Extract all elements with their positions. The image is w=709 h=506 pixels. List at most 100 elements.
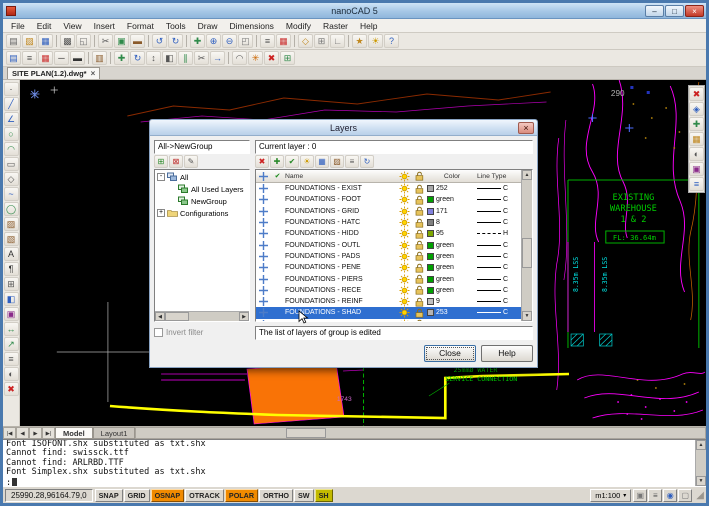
layer-name[interactable]: FOUNDATIONS - REINF [284, 298, 397, 305]
toggle-snap[interactable]: SNAP [95, 489, 123, 502]
layer-on-icon[interactable] [397, 262, 412, 273]
layer-row[interactable]: FOUNDATIONS - EXIST252C [256, 183, 521, 194]
layer-lock-icon[interactable] [412, 218, 427, 228]
layer-lock-icon[interactable] [412, 274, 427, 284]
layer-linetype[interactable]: C [477, 264, 521, 271]
titlebar[interactable]: nanoCAD 5 – □ × [3, 3, 706, 19]
polygon-icon[interactable]: ◇ [4, 172, 19, 186]
layer-on-icon[interactable] [397, 217, 412, 228]
layer-color[interactable]: 253 [427, 309, 477, 316]
layer-name[interactable]: FOUNDATIONS - OUTL [284, 242, 397, 249]
layer-row[interactable]: FOUNDATIONS - HIDD 95H [256, 228, 521, 239]
layer-color[interactable]: green [427, 253, 477, 260]
lock-icon[interactable]: ▣ [633, 489, 647, 502]
layer-linetype[interactable]: C [477, 253, 521, 260]
layer-on-icon[interactable] [397, 206, 412, 217]
tree-item-all-used-layers[interactable]: All Used Layers [155, 183, 249, 195]
toggle-sw[interactable]: SW [294, 489, 314, 502]
layer-name[interactable]: FOUNDATIONS - HIDD [284, 230, 397, 237]
shade-icon[interactable]: ◐ [689, 147, 704, 161]
menu-format[interactable]: Format [121, 20, 160, 32]
mtext-icon[interactable]: ¶ [4, 262, 19, 276]
color-control-icon[interactable]: ▦ [38, 51, 53, 65]
menu-edit[interactable]: Edit [31, 20, 58, 32]
point-icon[interactable]: · [4, 82, 19, 96]
menu-tools[interactable]: Tools [160, 20, 192, 32]
layer-name[interactable]: FOUNDATIONS - PADS [284, 253, 397, 260]
palette-icon[interactable]: ▦ [689, 132, 704, 146]
match-props-icon[interactable]: ▥ [92, 51, 107, 65]
name-column-header[interactable]: Name [284, 173, 397, 180]
scale-selector[interactable]: m1:100 ▾ [590, 489, 631, 502]
zoom-extents-icon[interactable]: ◰ [238, 34, 253, 48]
layer-on-icon[interactable] [397, 274, 412, 285]
cmd-scroll-down-icon[interactable]: ▼ [696, 476, 706, 486]
first-sheet-icon[interactable]: |◀ [3, 427, 16, 439]
plot-icon[interactable]: ▩ [60, 34, 75, 48]
layer-color[interactable]: green [427, 287, 477, 294]
scroll-right-icon[interactable]: ▶ [239, 312, 249, 321]
scale-icon[interactable]: ↕ [146, 51, 161, 65]
layer-row[interactable]: FOUNDATIONS - HATC8C [256, 217, 521, 228]
layer-linetype[interactable]: C [477, 242, 521, 249]
layer-color[interactable]: 95 [427, 230, 477, 237]
toggle-on-icon[interactable]: ☀ [300, 155, 314, 168]
menu-view[interactable]: View [57, 20, 87, 32]
help-button[interactable]: Help [481, 345, 533, 362]
tree-expander-icon[interactable]: - [157, 173, 165, 181]
command-prompt[interactable]: : [6, 478, 695, 486]
zoom-in-icon[interactable]: ⊕ [206, 34, 221, 48]
layer-color[interactable]: 8 [427, 219, 477, 226]
layer-on-icon[interactable] [397, 228, 412, 239]
close-dialog-button[interactable]: Close [424, 345, 476, 362]
canvas-hscrollbar[interactable] [135, 427, 706, 439]
layer-on-icon[interactable] [397, 194, 412, 205]
leader-icon[interactable]: ↗ [4, 337, 19, 351]
set-current-icon[interactable]: ✔ [285, 155, 299, 168]
rectangle-icon[interactable]: ▭ [4, 157, 19, 171]
layer-color[interactable]: green [427, 196, 477, 203]
toggle-otrack[interactable]: OTRACK [185, 489, 224, 502]
toggle-ortho[interactable]: ORTHO [259, 489, 293, 502]
layer-linetype[interactable]: C [477, 309, 521, 316]
view-cube-icon[interactable]: ◈ [689, 102, 704, 116]
layer-lock-icon[interactable] [412, 297, 427, 307]
arc-icon[interactable]: ◠ [4, 142, 19, 156]
redo-icon[interactable]: ↻ [168, 34, 183, 48]
circle-icon[interactable]: ○ [4, 127, 19, 141]
layer-row[interactable]: FOUNDATIONS - FOOTgreenC [256, 194, 521, 205]
close-button[interactable]: × [685, 5, 704, 17]
properties-icon[interactable]: ▤ [6, 51, 21, 65]
image-icon[interactable]: ▣ [4, 307, 19, 321]
fillet-icon[interactable]: ◠ [232, 51, 247, 65]
document-tab[interactable]: SITE PLAN(1.2).dwg* × [7, 67, 100, 79]
layer-linetype[interactable]: H [477, 230, 521, 237]
layer-lock-icon[interactable] [412, 184, 427, 194]
layer-name[interactable]: FOUNDATIONS - PIERS [284, 276, 397, 283]
open-icon[interactable]: ▨ [22, 34, 37, 48]
save-icon[interactable]: ▦ [38, 34, 53, 48]
toggle-grid[interactable]: GRID [124, 489, 150, 502]
tree-item-all[interactable]: -All [155, 171, 249, 183]
layer-color[interactable]: 252 [427, 185, 477, 192]
cmd-scroll-up-icon[interactable]: ▲ [696, 440, 706, 450]
color-icon[interactable]: ▦ [276, 34, 291, 48]
tab-layout1[interactable]: Layout1 [93, 427, 136, 439]
isolate-icon[interactable]: ▨ [330, 155, 344, 168]
tree-hscrollbar[interactable]: ◀ ▶ [155, 311, 249, 321]
layer-lock-icon[interactable] [412, 263, 427, 273]
toggle-sh[interactable]: SH [315, 489, 333, 502]
osnap-settings-icon[interactable]: ◇ [298, 34, 313, 48]
layer-lock-icon[interactable] [412, 308, 427, 318]
sun-icon[interactable]: ☀ [368, 34, 383, 48]
layer-row[interactable]: FOUNDATIONS - PENEgreenC [256, 262, 521, 273]
menu-draw[interactable]: Draw [192, 20, 224, 32]
dialog-close-button[interactable]: × [518, 122, 534, 134]
spline-icon[interactable]: ~ [4, 187, 19, 201]
delete-group-icon[interactable]: ⊠ [169, 155, 183, 168]
dimension-icon[interactable]: ↔ [4, 322, 19, 336]
layer-on-icon[interactable] [397, 183, 412, 194]
layer-color[interactable]: 9 [427, 298, 477, 305]
checkbox-icon[interactable] [154, 328, 163, 337]
erase-icon[interactable]: ✖ [264, 51, 279, 65]
